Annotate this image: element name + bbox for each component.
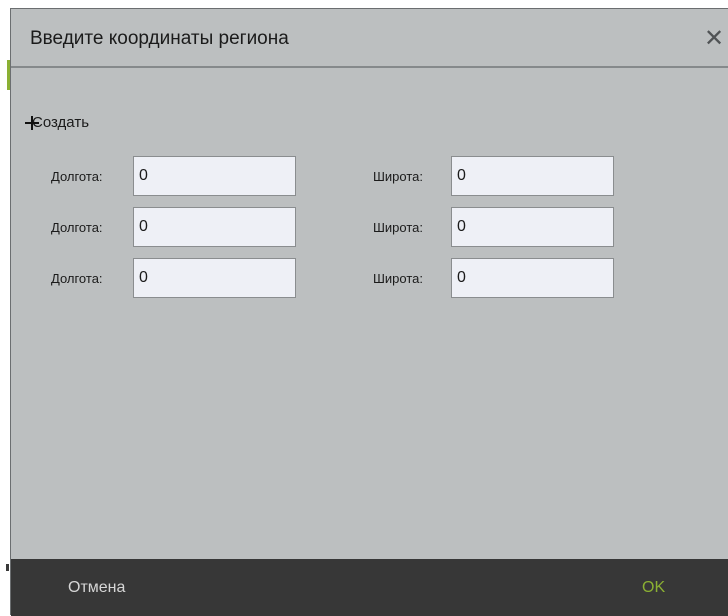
latitude-label: Широта:	[373, 169, 424, 184]
latitude-input[interactable]	[451, 258, 614, 298]
coordinate-row: Долгота: Широта:	[11, 156, 728, 196]
dialog-title: Введите координаты региона	[30, 28, 289, 49]
cancel-button[interactable]: Отмена	[68, 579, 125, 597]
longitude-label: Долгота:	[51, 169, 103, 184]
create-button[interactable]: Создать	[25, 114, 89, 131]
longitude-label: Долгота:	[51, 220, 103, 235]
close-icon[interactable]: ✕	[702, 25, 726, 53]
longitude-label: Долгота:	[51, 271, 103, 286]
dialog-footer: Отмена OK	[11, 559, 728, 616]
latitude-input[interactable]	[451, 156, 614, 196]
latitude-input[interactable]	[451, 207, 614, 247]
dialog-header: Введите координаты региона ✕	[11, 9, 728, 68]
plus-icon	[25, 115, 39, 130]
longitude-input[interactable]	[133, 258, 296, 298]
coordinate-row: Долгота: Широта:	[11, 207, 728, 247]
longitude-input[interactable]	[133, 156, 296, 196]
create-button-label: Создать	[32, 114, 90, 131]
coordinate-row: Долгота: Широта:	[11, 258, 728, 298]
latitude-label: Широта:	[373, 220, 424, 235]
latitude-label: Широта:	[373, 271, 424, 286]
ok-button[interactable]: OK	[642, 579, 665, 597]
longitude-input[interactable]	[133, 207, 296, 247]
left-edge-marker	[6, 564, 9, 571]
region-coordinates-dialog: Введите координаты региона ✕ Создать Дол…	[10, 8, 728, 616]
